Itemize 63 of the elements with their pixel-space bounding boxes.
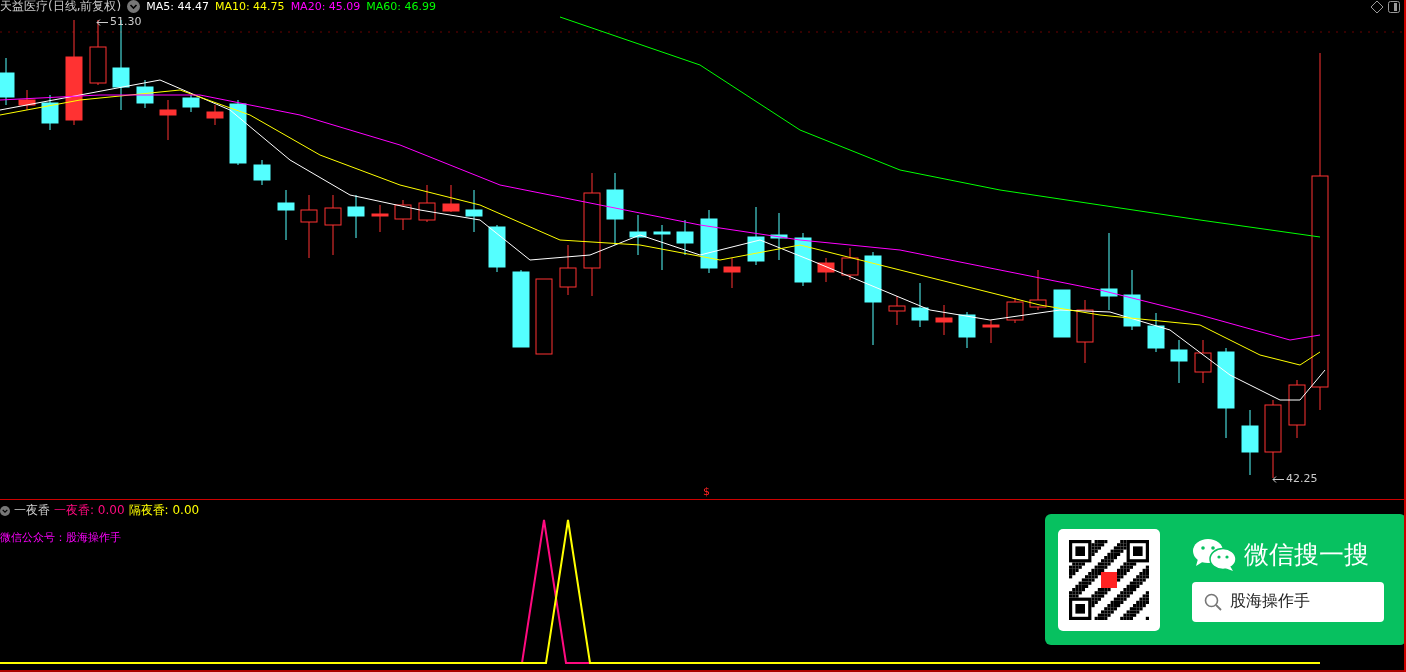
candlestick [41,94,59,131]
candlestick [1029,269,1047,311]
moving-average-value: MA20: 45.09 [290,0,361,13]
indicator-name: 一夜香 [14,502,50,519]
candlestick [841,247,859,281]
candlestick [1076,299,1094,364]
pointer-arrow-icon [96,18,108,26]
indicator-value: 隔夜香: 0.00 [128,502,200,519]
candlestick [1123,269,1141,331]
chart-title: 天益医疗(日线,前复权) [0,0,122,15]
candlestick [1194,339,1212,384]
candlestick [747,206,765,266]
panel-toggle-icon[interactable] [1388,1,1400,13]
candlestick [982,319,1000,344]
candlestick [1006,297,1024,324]
candlestick [159,99,177,141]
price-label: 42.25 [1272,472,1318,485]
candlestick [559,244,577,296]
candlestick [300,194,318,259]
candlestick [958,311,976,349]
candlestick [676,219,694,256]
candlestick [0,57,15,106]
candlestick [1147,312,1165,353]
candlestick [1288,379,1306,439]
candlestick [911,282,929,328]
candlestick [442,184,460,213]
candlestick [1053,289,1071,338]
price-label: 51.30 [96,15,142,28]
candlestick [888,295,906,326]
candlestick [18,89,36,111]
diamond-icon[interactable] [1370,0,1384,14]
candlestick [723,257,741,289]
candlestick [206,104,224,126]
moving-average-value: MA60: 46.99 [366,0,437,13]
moving-average-value: MA5: 44.47 [146,0,209,13]
candlestick [347,194,365,239]
pointer-arrow-icon [1272,475,1284,483]
candlestick [394,199,412,231]
candlestick [253,159,271,186]
candlestick [229,99,247,166]
indicator-value: 一夜香: 0.00 [54,502,125,519]
candlestick [277,189,295,241]
candlestick [653,224,671,271]
candlestick [817,257,835,283]
candlestick [770,212,788,261]
candlestick [700,209,718,274]
marker-symbol: $ [703,485,710,498]
candlestick [182,94,200,113]
candlestick [136,79,154,109]
candlestick [465,189,483,233]
candlestick [935,304,953,336]
candlestick [324,194,342,256]
dropdown-icon[interactable] [0,505,10,516]
dropdown-icon[interactable] [127,0,141,13]
candlestick [629,214,647,256]
candlestick [1241,409,1259,476]
candlestick [371,204,389,233]
candlestick [794,232,812,287]
candlestick [1170,339,1188,384]
candlestick [89,19,107,86]
candlestick [488,224,506,273]
candlestick [418,184,436,223]
moving-average-value: MA10: 44.75 [214,0,285,13]
